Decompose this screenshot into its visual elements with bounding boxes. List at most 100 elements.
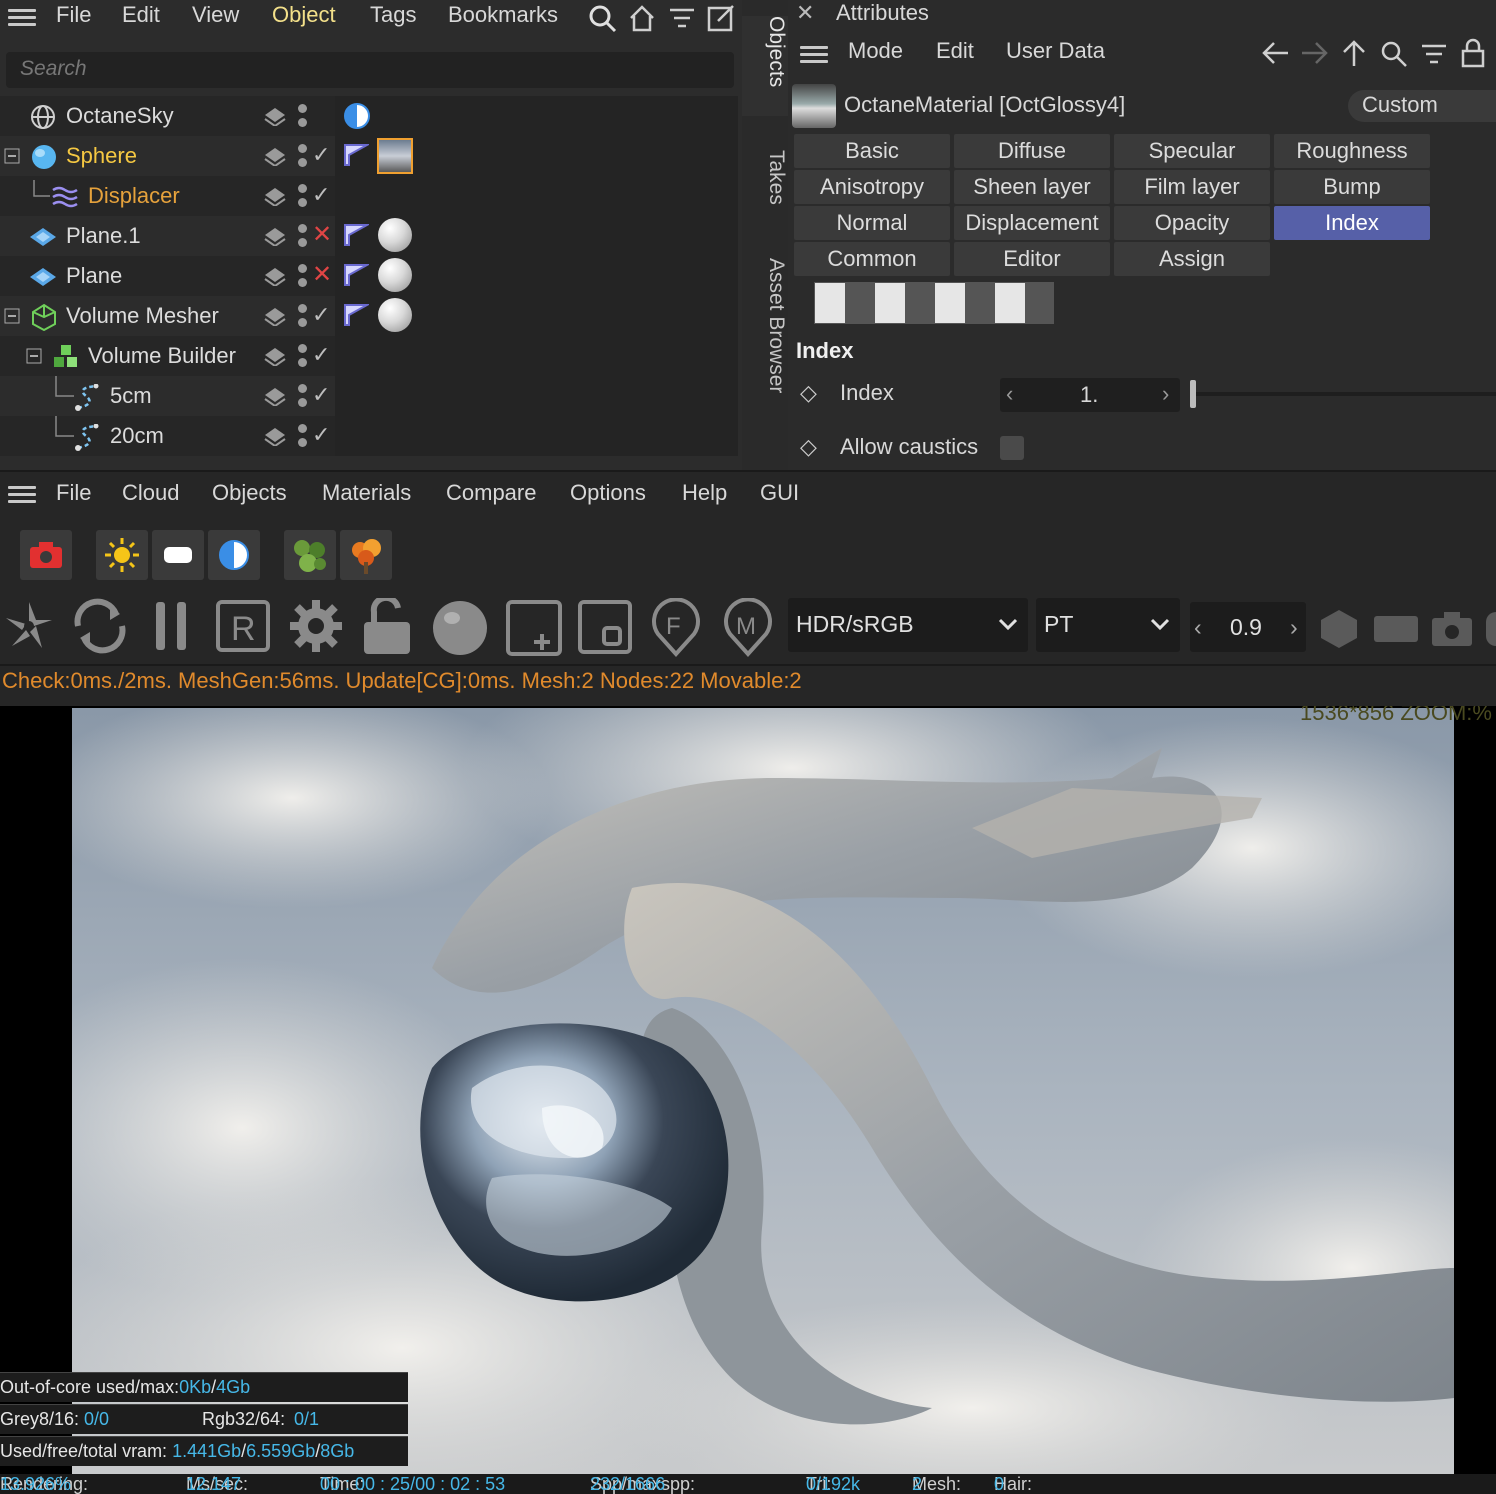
forward-arrow-icon[interactable] bbox=[1300, 40, 1330, 66]
enabled-check-icon[interactable]: ✓ bbox=[312, 422, 330, 448]
tab-anisotropy[interactable]: Anisotropy bbox=[794, 170, 950, 204]
tab-basic[interactable]: Basic bbox=[794, 134, 950, 168]
tree-row-volume-builder[interactable]: Volume Builder ✓ bbox=[0, 336, 738, 376]
octane-sky-tag-icon[interactable] bbox=[343, 102, 371, 130]
material-pick-icon[interactable]: M bbox=[720, 598, 776, 658]
tab-normal[interactable]: Normal bbox=[794, 206, 950, 240]
rectangle-icon[interactable] bbox=[1374, 616, 1418, 642]
visibility-dots-icon[interactable] bbox=[298, 264, 308, 290]
area-light-button[interactable] bbox=[152, 530, 204, 580]
visibility-dots-icon[interactable] bbox=[298, 184, 308, 210]
layout-dropdown[interactable]: Custom bbox=[1348, 90, 1496, 122]
decrement-arrow-icon[interactable]: ‹ bbox=[1194, 614, 1202, 641]
menu-user-data[interactable]: User Data bbox=[1006, 38, 1105, 64]
collapse-icon[interactable] bbox=[4, 148, 20, 164]
index-slider-track[interactable] bbox=[1194, 392, 1496, 396]
tab-bump[interactable]: Bump bbox=[1274, 170, 1430, 204]
tree-row-sphere[interactable]: Sphere ✓ bbox=[0, 136, 738, 176]
menu-edit[interactable]: Edit bbox=[936, 38, 974, 64]
tab-sheen-layer[interactable]: Sheen layer bbox=[954, 170, 1110, 204]
menu-options[interactable]: Options bbox=[570, 480, 646, 506]
toolbar-overflow-icon[interactable] bbox=[1486, 612, 1496, 646]
hamburger-menu-icon[interactable] bbox=[800, 46, 828, 64]
disabled-x-icon[interactable]: ✕ bbox=[312, 260, 332, 289]
tree-row-5cm[interactable]: 5cm ✓ bbox=[0, 376, 738, 416]
visibility-dots-icon[interactable] bbox=[298, 144, 308, 170]
menu-help[interactable]: Help bbox=[682, 480, 727, 506]
material-ball-icon[interactable] bbox=[430, 598, 490, 656]
layer-icon[interactable] bbox=[264, 106, 286, 126]
kernel-dropdown[interactable]: PT bbox=[1036, 598, 1180, 652]
tab-roughness[interactable]: Roughness bbox=[1274, 134, 1430, 168]
menu-edit[interactable]: Edit bbox=[122, 2, 160, 28]
filter-icon[interactable] bbox=[668, 6, 696, 30]
decrement-arrow-icon[interactable]: ‹ bbox=[1006, 381, 1013, 407]
menu-mode[interactable]: Mode bbox=[848, 38, 903, 64]
visibility-dots-icon[interactable] bbox=[298, 104, 308, 130]
snapshot-camera-icon[interactable] bbox=[1430, 610, 1474, 648]
back-arrow-icon[interactable] bbox=[1260, 40, 1290, 66]
menu-bookmarks[interactable]: Bookmarks bbox=[448, 2, 558, 28]
texture-tag-icon[interactable] bbox=[343, 303, 369, 327]
tab-displacement[interactable]: Displacement bbox=[954, 206, 1110, 240]
tab-objects[interactable]: Objects bbox=[742, 16, 788, 116]
tab-takes[interactable]: Takes bbox=[742, 150, 788, 230]
tab-editor[interactable]: Editor bbox=[954, 242, 1110, 276]
menu-materials[interactable]: Materials bbox=[322, 480, 411, 506]
tree-row-20cm[interactable]: 20cm ✓ bbox=[0, 416, 738, 456]
settings-gear-icon[interactable] bbox=[286, 598, 346, 654]
material-tag-thumbnail[interactable] bbox=[377, 138, 413, 174]
material-tag-ball[interactable] bbox=[378, 298, 412, 332]
search-icon[interactable] bbox=[588, 4, 618, 34]
search-icon[interactable] bbox=[1380, 40, 1408, 68]
layer-icon[interactable] bbox=[264, 426, 286, 446]
tab-assign[interactable]: Assign bbox=[1114, 242, 1270, 276]
search-input[interactable]: Search bbox=[6, 52, 734, 88]
menu-gui[interactable]: GUI bbox=[760, 480, 799, 506]
focus-pick-icon[interactable]: F bbox=[648, 598, 704, 658]
menu-cloud[interactable]: Cloud bbox=[122, 480, 179, 506]
hexagon-icon[interactable] bbox=[1318, 608, 1360, 650]
tree-row-displacer[interactable]: Displacer ✓ bbox=[0, 176, 738, 216]
color-space-dropdown[interactable]: HDR/sRGB bbox=[788, 598, 1028, 652]
tab-opacity[interactable]: Opacity bbox=[1114, 206, 1270, 240]
layer-icon[interactable] bbox=[264, 266, 286, 286]
menu-objects[interactable]: Objects bbox=[212, 480, 287, 506]
lock-icon[interactable] bbox=[1460, 38, 1486, 68]
value-number-field[interactable]: ‹ 0.9 › bbox=[1190, 602, 1306, 652]
visibility-dots-icon[interactable] bbox=[298, 384, 308, 410]
disabled-x-icon[interactable]: ✕ bbox=[312, 220, 332, 249]
texture-tag-icon[interactable] bbox=[343, 143, 369, 167]
enabled-check-icon[interactable]: ✓ bbox=[312, 342, 330, 368]
menu-file[interactable]: File bbox=[56, 480, 91, 506]
index-number-field[interactable]: ‹ 1. › bbox=[1000, 378, 1180, 412]
layer-icon[interactable] bbox=[264, 186, 286, 206]
visibility-dots-icon[interactable] bbox=[298, 224, 308, 250]
material-tag-ball[interactable] bbox=[378, 218, 412, 252]
tree-row-volume-mesher[interactable]: Volume Mesher ✓ bbox=[0, 296, 738, 336]
tab-diffuse[interactable]: Diffuse bbox=[954, 134, 1110, 168]
restart-render-icon[interactable] bbox=[70, 598, 130, 654]
hamburger-menu-icon[interactable] bbox=[8, 486, 36, 504]
filter-icon[interactable] bbox=[1420, 42, 1448, 66]
close-icon[interactable]: ✕ bbox=[796, 0, 814, 26]
octane-logo-icon[interactable] bbox=[2, 598, 56, 654]
layer-icon[interactable] bbox=[264, 306, 286, 326]
add-object-icon[interactable] bbox=[504, 598, 564, 656]
tree-row-octanesky[interactable]: OctaneSky bbox=[0, 96, 738, 136]
collapse-icon[interactable] bbox=[4, 308, 20, 324]
menu-tags[interactable]: Tags bbox=[370, 2, 416, 28]
material-tag-ball[interactable] bbox=[378, 258, 412, 292]
keyframe-diamond-icon[interactable]: ◇ bbox=[800, 380, 817, 406]
enabled-check-icon[interactable]: ✓ bbox=[312, 182, 330, 208]
visibility-dots-icon[interactable] bbox=[298, 424, 308, 450]
caustics-checkbox[interactable] bbox=[1000, 436, 1024, 460]
layer-icon[interactable] bbox=[264, 226, 286, 246]
tab-common[interactable]: Common bbox=[794, 242, 950, 276]
new-window-icon[interactable] bbox=[706, 3, 736, 33]
up-arrow-icon[interactable] bbox=[1340, 38, 1368, 68]
menu-object[interactable]: Object bbox=[272, 2, 336, 28]
increment-arrow-icon[interactable]: › bbox=[1290, 614, 1298, 641]
menu-view[interactable]: View bbox=[192, 2, 239, 28]
layer-icon[interactable] bbox=[264, 146, 286, 166]
